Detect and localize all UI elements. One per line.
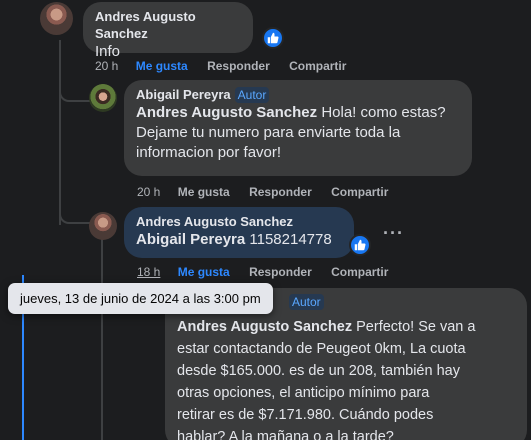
like-reaction-badge[interactable] <box>349 234 371 256</box>
comment-text: Andres Augusto Sanchez Perfecto! Se van … <box>177 319 476 440</box>
mention-link[interactable]: Andres Augusto Sanchez <box>136 104 317 121</box>
like-reaction-badge[interactable] <box>262 27 284 49</box>
thumbs-up-icon <box>267 32 279 44</box>
thread-connector-reply-1 <box>59 80 91 102</box>
thread-line-main <box>59 40 61 225</box>
mention-link[interactable]: Abigail Pereyra <box>136 231 245 248</box>
mention-link[interactable]: Andres Augusto Sanchez <box>177 319 352 335</box>
comment-thread: Andres Augusto Sanchez Info 20 h Me gust… <box>0 0 531 440</box>
avatar[interactable] <box>40 2 73 35</box>
share-button[interactable]: Compartir <box>289 59 346 73</box>
reply-button[interactable]: Responder <box>249 185 312 199</box>
author-badge: Autor <box>234 87 270 103</box>
timestamp-tooltip: jueves, 13 de junio de 2024 a las 3:00 p… <box>8 283 273 314</box>
comment-bubble-highlighted: Andres Augusto Sanchez Abigail Pereyra 1… <box>124 207 354 258</box>
comment-author[interactable]: Andres Augusto Sanchez <box>136 213 342 230</box>
comment-bubble: Abigail Pereyra Autor Andres Augusto Sanc… <box>124 80 472 176</box>
more-options-icon[interactable]: ··· <box>383 224 404 242</box>
thread-connector-reply-2 <box>59 200 91 224</box>
comment-actions: 18 h Me gusta Responder Compartir <box>137 265 404 279</box>
comment-timestamp[interactable]: 20 h <box>95 59 118 73</box>
reply-button[interactable]: Responder <box>207 59 270 73</box>
comment-author[interactable]: Abigail Pereyra <box>136 87 231 102</box>
like-button[interactable]: Me gusta <box>178 185 230 199</box>
share-button[interactable]: Compartir <box>331 265 388 279</box>
comment-actions: 20 h Me gusta Responder Compartir <box>137 185 404 199</box>
comment-text: Andres Augusto Sanchez Hola! como estas?… <box>136 104 446 161</box>
comment-actions: 20 h Me gusta Responder Compartir <box>95 59 362 73</box>
comment-bubble: Andres Augusto Sanchez Info <box>83 2 253 60</box>
like-button[interactable]: Me gusta <box>136 59 188 73</box>
avatar[interactable] <box>89 84 117 112</box>
comment-timestamp[interactable]: 20 h <box>137 185 160 199</box>
thumbs-up-icon <box>354 239 366 251</box>
thread-line-sub <box>101 238 103 440</box>
comment-text: Abigail Pereyra 1158214778 <box>136 231 332 248</box>
share-button[interactable]: Compartir <box>331 185 388 199</box>
like-button[interactable]: Me gusta <box>178 265 230 279</box>
author-badge: Autor <box>289 294 324 310</box>
reply-button[interactable]: Responder <box>249 265 312 279</box>
comment-timestamp[interactable]: 18 h <box>137 265 160 279</box>
comment-author[interactable]: Andres Augusto Sanchez <box>95 8 241 42</box>
avatar[interactable] <box>89 212 117 240</box>
